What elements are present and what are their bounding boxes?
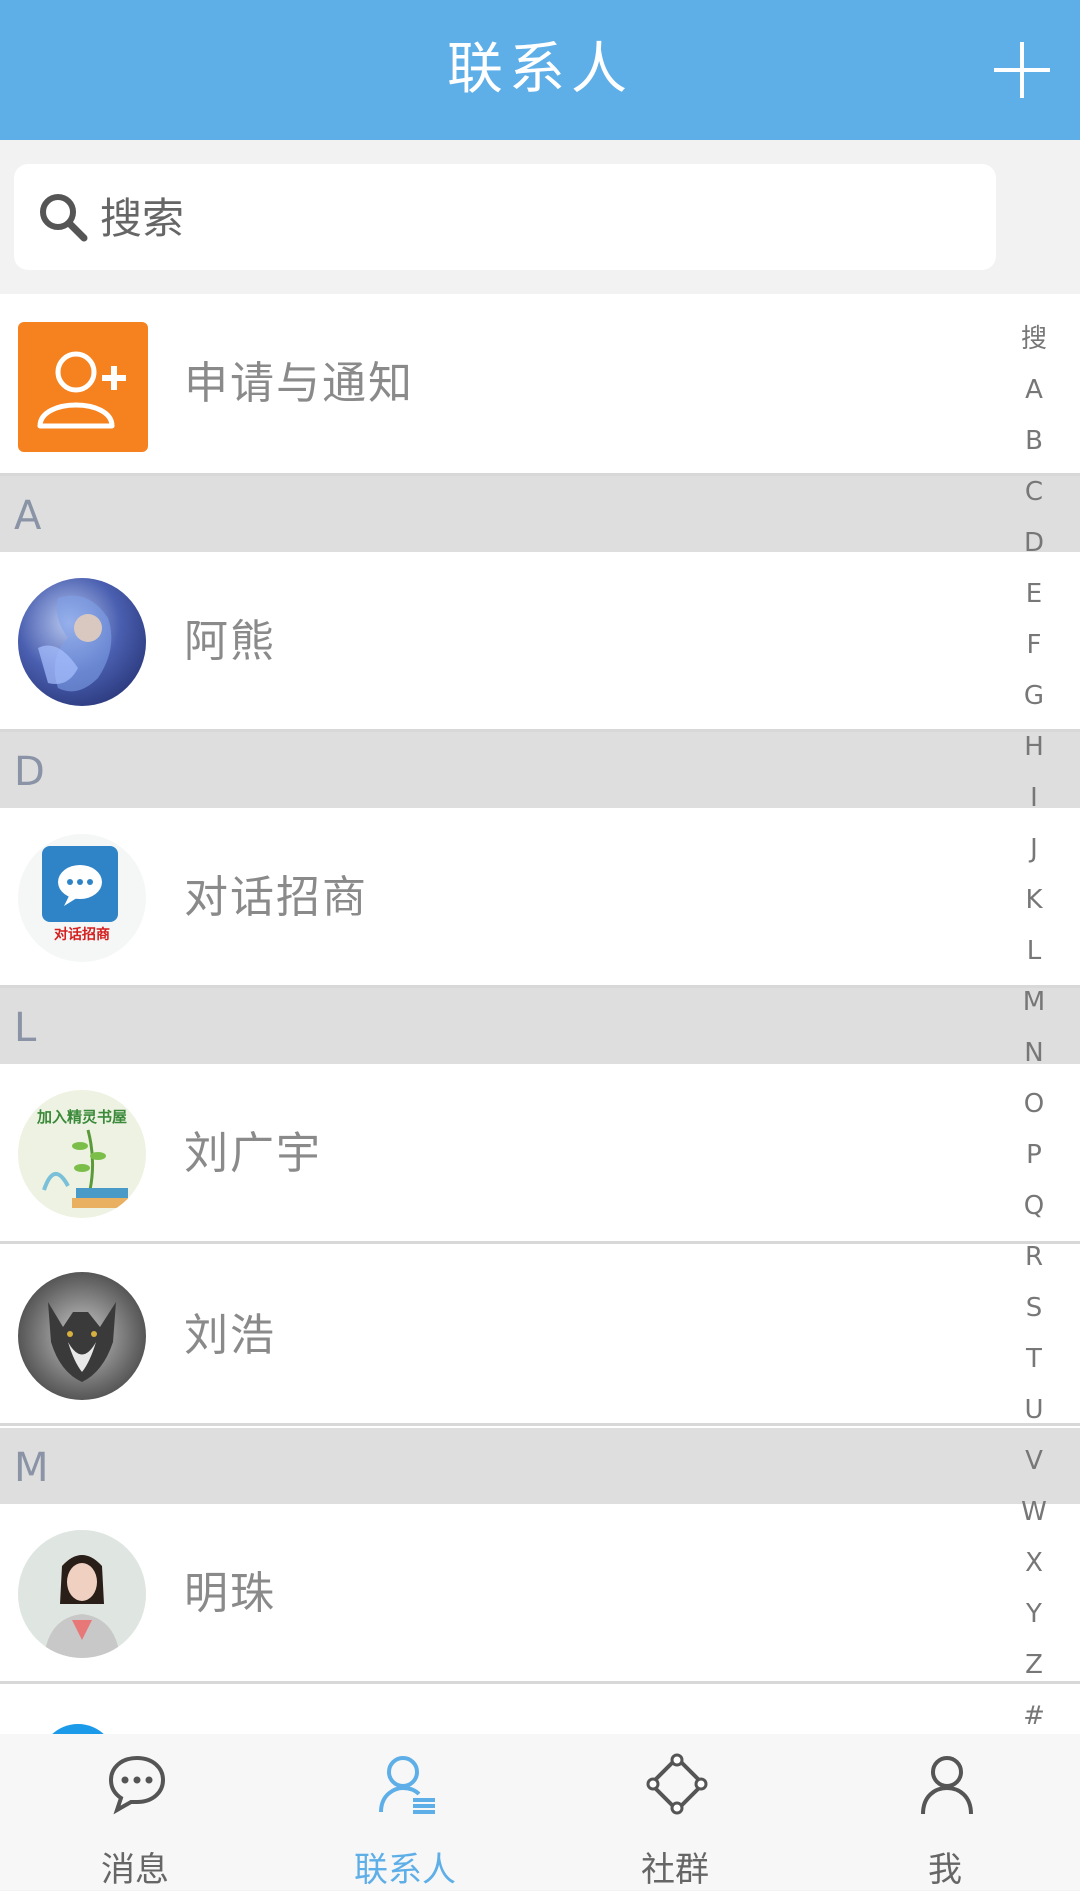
index-letter[interactable]: A bbox=[1010, 365, 1058, 416]
section-header-a: A bbox=[0, 476, 1080, 552]
index-letter[interactable]: L bbox=[1010, 926, 1058, 977]
section-letter: D bbox=[14, 749, 45, 795]
chat-bubble-icon bbox=[108, 1755, 166, 1815]
person-icon bbox=[921, 1756, 973, 1815]
index-letter[interactable]: S bbox=[1010, 1283, 1058, 1334]
index-letter[interactable]: P bbox=[1010, 1130, 1058, 1181]
contact-list[interactable]: 申请与通知 A 阿熊 D 对话招商 对话招商 L 加入精灵书屋 刘广宇 刘浩 M… bbox=[0, 294, 1080, 1734]
community-icon bbox=[646, 1753, 708, 1815]
tab-community[interactable]: 社群 bbox=[540, 1734, 810, 1890]
tab-label: 消息 bbox=[101, 1850, 169, 1890]
avatar bbox=[18, 1272, 146, 1400]
index-letter[interactable]: Y bbox=[1010, 1589, 1058, 1640]
avatar bbox=[40, 1724, 116, 1734]
tab-label: 我 bbox=[928, 1850, 962, 1890]
chat-app-icon bbox=[42, 846, 118, 922]
tab-label: 联系人 bbox=[354, 1850, 456, 1890]
index-letter[interactable]: R bbox=[1010, 1232, 1058, 1283]
avatar-badge-text: 对话招商 bbox=[54, 927, 110, 943]
search-input[interactable] bbox=[98, 164, 982, 272]
avatar: 对话招商 bbox=[18, 834, 146, 962]
index-letter[interactable]: B bbox=[1010, 416, 1058, 467]
tab-messages[interactable]: 消息 bbox=[0, 1734, 270, 1890]
avatar: 加入精灵书屋 bbox=[18, 1090, 146, 1218]
avatar bbox=[18, 1530, 146, 1658]
section-header-m: M bbox=[0, 1428, 1080, 1504]
notify-row[interactable]: 申请与通知 bbox=[0, 294, 1080, 476]
bottom-tab-bar: 消息 联系人 社群 我 bbox=[0, 1734, 1080, 1890]
index-letter[interactable]: 搜 bbox=[1010, 314, 1058, 365]
section-letter: A bbox=[14, 493, 42, 539]
index-letter[interactable]: E bbox=[1010, 569, 1058, 620]
contact-row[interactable]: 加入精灵书屋 刘广宇 bbox=[0, 1064, 1080, 1244]
tab-label: 社群 bbox=[641, 1850, 709, 1890]
index-letter[interactable]: G bbox=[1010, 671, 1058, 722]
contact-name: 明珠 bbox=[184, 1568, 276, 1619]
section-header-d: D bbox=[0, 732, 1080, 808]
index-letter[interactable]: D bbox=[1010, 518, 1058, 569]
notify-label: 申请与通知 bbox=[184, 358, 414, 409]
alphabet-index-bar[interactable]: 搜 A B C D E F G H I J K L M N O P Q R S T U V W X Y Z # bbox=[1010, 314, 1058, 1742]
index-letter[interactable]: O bbox=[1010, 1079, 1058, 1130]
tab-contacts[interactable]: 联系人 bbox=[270, 1734, 540, 1890]
index-letter[interactable]: I bbox=[1010, 773, 1058, 824]
index-letter[interactable]: Q bbox=[1010, 1181, 1058, 1232]
page-title: 联系人 bbox=[447, 37, 633, 102]
index-letter[interactable]: J bbox=[1010, 824, 1058, 875]
index-letter[interactable]: Z bbox=[1010, 1640, 1058, 1691]
index-letter[interactable]: K bbox=[1010, 875, 1058, 926]
section-letter: L bbox=[14, 1005, 37, 1051]
index-letter[interactable]: U bbox=[1010, 1385, 1058, 1436]
contact-name: 对话招商 bbox=[184, 872, 368, 923]
contact-row[interactable]: 阿熊 bbox=[0, 552, 1080, 732]
section-header-l: L bbox=[0, 988, 1080, 1064]
avatar bbox=[18, 578, 146, 706]
tab-me[interactable]: 我 bbox=[810, 1734, 1080, 1890]
index-letter[interactable]: H bbox=[1010, 722, 1058, 773]
contact-row[interactable]: 刘浩 bbox=[0, 1246, 1080, 1426]
contacts-icon bbox=[379, 1756, 435, 1814]
top-bar: 联系人 bbox=[0, 0, 1080, 140]
index-letter[interactable]: M bbox=[1010, 977, 1058, 1028]
contact-name: 刘广宇 bbox=[184, 1128, 322, 1179]
add-user-icon bbox=[18, 322, 148, 452]
index-letter[interactable]: T bbox=[1010, 1334, 1058, 1385]
search-box[interactable] bbox=[14, 164, 996, 272]
plus-icon[interactable] bbox=[990, 38, 1054, 102]
index-letter[interactable]: X bbox=[1010, 1538, 1058, 1589]
contact-row[interactable]: 明珠 bbox=[0, 1504, 1080, 1684]
contact-name: 阿熊 bbox=[184, 616, 276, 667]
section-letter: M bbox=[14, 1445, 49, 1491]
search-icon bbox=[40, 194, 88, 242]
contact-row[interactable]: 对话招商 对话招商 bbox=[0, 808, 1080, 988]
index-letter[interactable]: W bbox=[1010, 1487, 1058, 1538]
contact-name: 刘浩 bbox=[184, 1310, 276, 1361]
search-area bbox=[0, 140, 1080, 294]
index-letter[interactable]: N bbox=[1010, 1028, 1058, 1079]
index-letter[interactable]: V bbox=[1010, 1436, 1058, 1487]
index-letter[interactable]: F bbox=[1010, 620, 1058, 671]
index-letter[interactable]: C bbox=[1010, 467, 1058, 518]
